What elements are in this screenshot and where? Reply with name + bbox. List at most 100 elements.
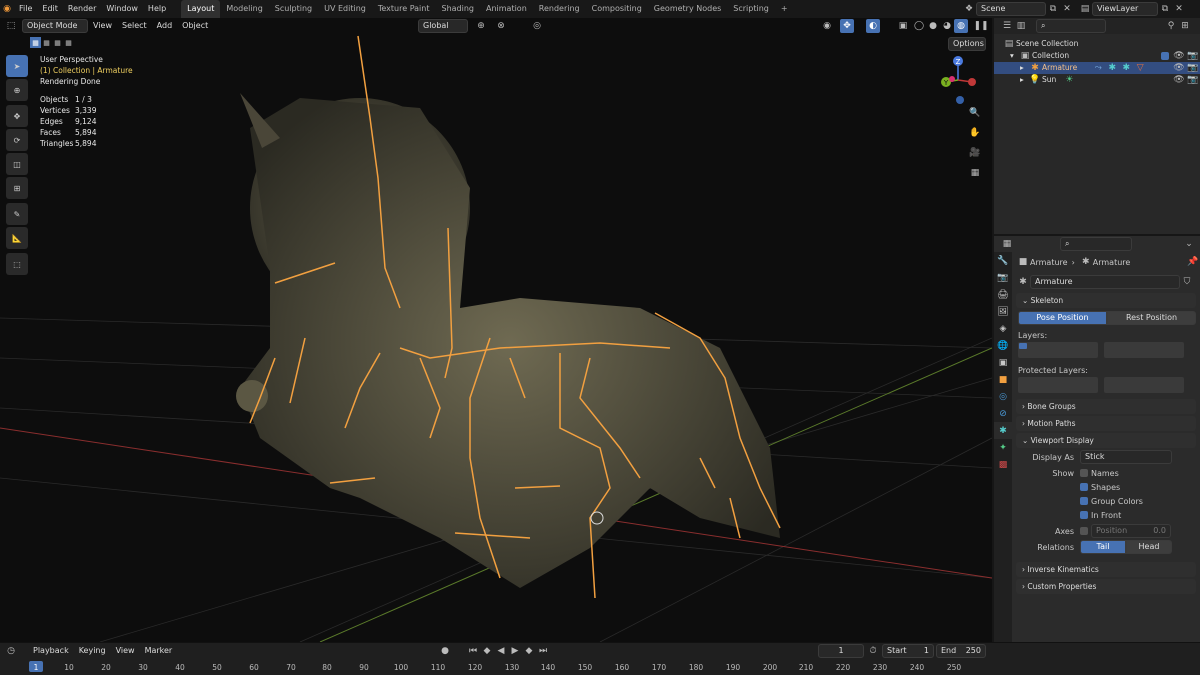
- end-frame-field[interactable]: End 250: [936, 644, 986, 658]
- filter-icon[interactable]: ⚲: [1164, 19, 1178, 33]
- annotate-tool[interactable]: ✎: [6, 203, 28, 225]
- protected-layers-grid[interactable]: [1018, 377, 1200, 393]
- render-tab-icon[interactable]: 📷: [994, 269, 1012, 286]
- select-box-tool[interactable]: ➤: [6, 55, 28, 77]
- select-subtract-icon[interactable]: ▦: [52, 37, 63, 48]
- camera-render-icon[interactable]: 📷: [1186, 73, 1200, 87]
- shapes-checkbox[interactable]: [1080, 483, 1088, 491]
- tab-rendering[interactable]: Rendering: [533, 0, 586, 18]
- stopwatch-icon[interactable]: ⏱: [866, 644, 880, 658]
- outliner-item-armature[interactable]: ▸ ✱ Armature ⤳ ✱ ✱ ▽ 👁 📷: [994, 62, 1200, 74]
- editor-type-icon[interactable]: ⬚: [4, 19, 18, 33]
- blender-logo-icon[interactable]: ◉: [0, 2, 14, 16]
- visibility-icon[interactable]: ◉: [820, 19, 834, 33]
- 3d-viewport[interactable]: ⬚ Object Mode View Select Add Object Glo…: [0, 18, 992, 642]
- select-extend-icon[interactable]: ▦: [41, 37, 52, 48]
- skeleton-panel-header[interactable]: ⌄ Skeleton: [1016, 293, 1196, 308]
- expand-arrow-icon[interactable]: ▸: [1020, 62, 1028, 74]
- tab-sculpting[interactable]: Sculpting: [269, 0, 318, 18]
- tab-uv-editing[interactable]: UV Editing: [318, 0, 372, 18]
- wireframe-shading-icon[interactable]: ◯: [912, 19, 926, 33]
- armature-data-tab-icon[interactable]: ✱: [994, 422, 1012, 439]
- new-collection-icon[interactable]: ⊞: [1178, 19, 1192, 33]
- tab-modeling[interactable]: Modeling: [220, 0, 268, 18]
- bone-groups-panel[interactable]: › Bone Groups: [1016, 399, 1196, 414]
- select-intersect-icon[interactable]: ▦: [63, 37, 74, 48]
- camera-view-icon[interactable]: 🎥: [968, 146, 982, 160]
- gizmo-toggle-icon[interactable]: ✥: [840, 19, 854, 33]
- tab-texture-paint[interactable]: Texture Paint: [372, 0, 436, 18]
- armature-icon[interactable]: ✱: [1016, 275, 1030, 289]
- xray-icon[interactable]: ▣: [896, 19, 910, 33]
- menu-help[interactable]: Help: [143, 0, 171, 18]
- properties-search-input[interactable]: ⌕: [1060, 237, 1132, 251]
- in-front-checkbox[interactable]: [1080, 511, 1088, 519]
- constraints-tab-icon[interactable]: ⊘: [994, 405, 1012, 422]
- close-scene-icon[interactable]: ✕: [1060, 2, 1074, 16]
- bone-tab-icon[interactable]: ✦: [994, 439, 1012, 456]
- tab-animation[interactable]: Animation: [480, 0, 533, 18]
- proportional-editing-icon[interactable]: ◎: [530, 19, 544, 33]
- close-view-layer-icon[interactable]: ✕: [1172, 2, 1186, 16]
- play-icon[interactable]: ▶: [508, 644, 522, 658]
- overlay-toggle-icon[interactable]: ◐: [866, 19, 880, 33]
- tab-layout[interactable]: Layout: [181, 0, 221, 18]
- inverse-kinematics-panel[interactable]: › Inverse Kinematics: [1016, 562, 1196, 577]
- collection-tab-icon[interactable]: ▣: [994, 354, 1012, 371]
- names-checkbox[interactable]: [1080, 469, 1088, 477]
- tab-shading[interactable]: Shading: [435, 0, 480, 18]
- axes-checkbox[interactable]: [1080, 527, 1088, 535]
- view-layer-field[interactable]: ViewLayer: [1092, 2, 1158, 16]
- group-colors-checkbox[interactable]: [1080, 497, 1088, 505]
- pivot-icon[interactable]: ⊕: [474, 19, 488, 33]
- world-tab-icon[interactable]: 🌐: [994, 337, 1012, 354]
- zoom-icon[interactable]: 🔍: [968, 106, 982, 120]
- snap-icon[interactable]: ⊗: [494, 19, 508, 33]
- rendered-shading-icon[interactable]: ◍: [954, 19, 968, 33]
- menu-select[interactable]: Select: [117, 18, 152, 34]
- pan-hand-icon[interactable]: ✋: [968, 126, 982, 140]
- scene-tab-icon[interactable]: ◈: [994, 320, 1012, 337]
- output-tab-icon[interactable]: 🖨: [994, 286, 1012, 303]
- pause-render-icon[interactable]: ❚❚: [973, 19, 988, 33]
- perspective-grid-icon[interactable]: ▦: [968, 166, 982, 180]
- view-layer-tab-icon[interactable]: 🖼: [994, 303, 1012, 320]
- tail-button[interactable]: Tail: [1080, 540, 1126, 554]
- jump-start-icon[interactable]: ⏮: [466, 644, 480, 658]
- rotate-tool[interactable]: ⟳: [6, 129, 28, 151]
- tab-compositing[interactable]: Compositing: [586, 0, 648, 18]
- menu-object[interactable]: Object: [177, 18, 213, 34]
- menu-playback[interactable]: Playback: [28, 643, 74, 659]
- play-reverse-icon[interactable]: ◀: [494, 644, 508, 658]
- fake-user-shield-icon[interactable]: ⛉: [1180, 275, 1194, 289]
- properties-editor-icon[interactable]: ▦: [1000, 237, 1014, 251]
- physics-tab-icon[interactable]: ◎: [994, 388, 1012, 405]
- solid-shading-icon[interactable]: ●: [926, 19, 940, 33]
- axes-position-field[interactable]: Position 0.0: [1091, 524, 1171, 538]
- collection-exclude-checkbox[interactable]: [1161, 52, 1169, 60]
- display-as-dropdown[interactable]: Stick: [1080, 450, 1172, 464]
- current-frame-field[interactable]: 1: [818, 644, 864, 658]
- expand-arrow-icon[interactable]: ▾: [1010, 50, 1018, 62]
- menu-window[interactable]: Window: [101, 0, 143, 18]
- menu-file[interactable]: File: [14, 0, 37, 18]
- rest-position-button[interactable]: Rest Position: [1107, 311, 1196, 325]
- menu-render[interactable]: Render: [63, 0, 101, 18]
- armature-name-field[interactable]: Armature: [1030, 275, 1180, 289]
- eye-icon[interactable]: 👁: [1172, 73, 1186, 87]
- select-new-icon[interactable]: ▦: [30, 37, 41, 48]
- record-icon[interactable]: ●: [438, 644, 452, 658]
- material-shading-icon[interactable]: ◕: [940, 19, 954, 33]
- jump-end-icon[interactable]: ⏭: [536, 644, 550, 658]
- copy-scene-icon[interactable]: ⧉: [1046, 2, 1060, 16]
- display-mode-icon[interactable]: ▥: [1014, 19, 1028, 33]
- outliner-editor-icon[interactable]: ☰: [1000, 19, 1014, 33]
- tab-geometry-nodes[interactable]: Geometry Nodes: [648, 0, 727, 18]
- pose-position-button[interactable]: Pose Position: [1018, 311, 1107, 325]
- object-mode-dropdown[interactable]: Object Mode: [22, 19, 88, 33]
- move-tool[interactable]: ✥: [6, 105, 28, 127]
- tab-scripting[interactable]: Scripting: [727, 0, 775, 18]
- head-button[interactable]: Head: [1126, 540, 1172, 554]
- add-workspace-button[interactable]: +: [775, 0, 794, 18]
- outliner-search-input[interactable]: ⌕: [1036, 19, 1106, 33]
